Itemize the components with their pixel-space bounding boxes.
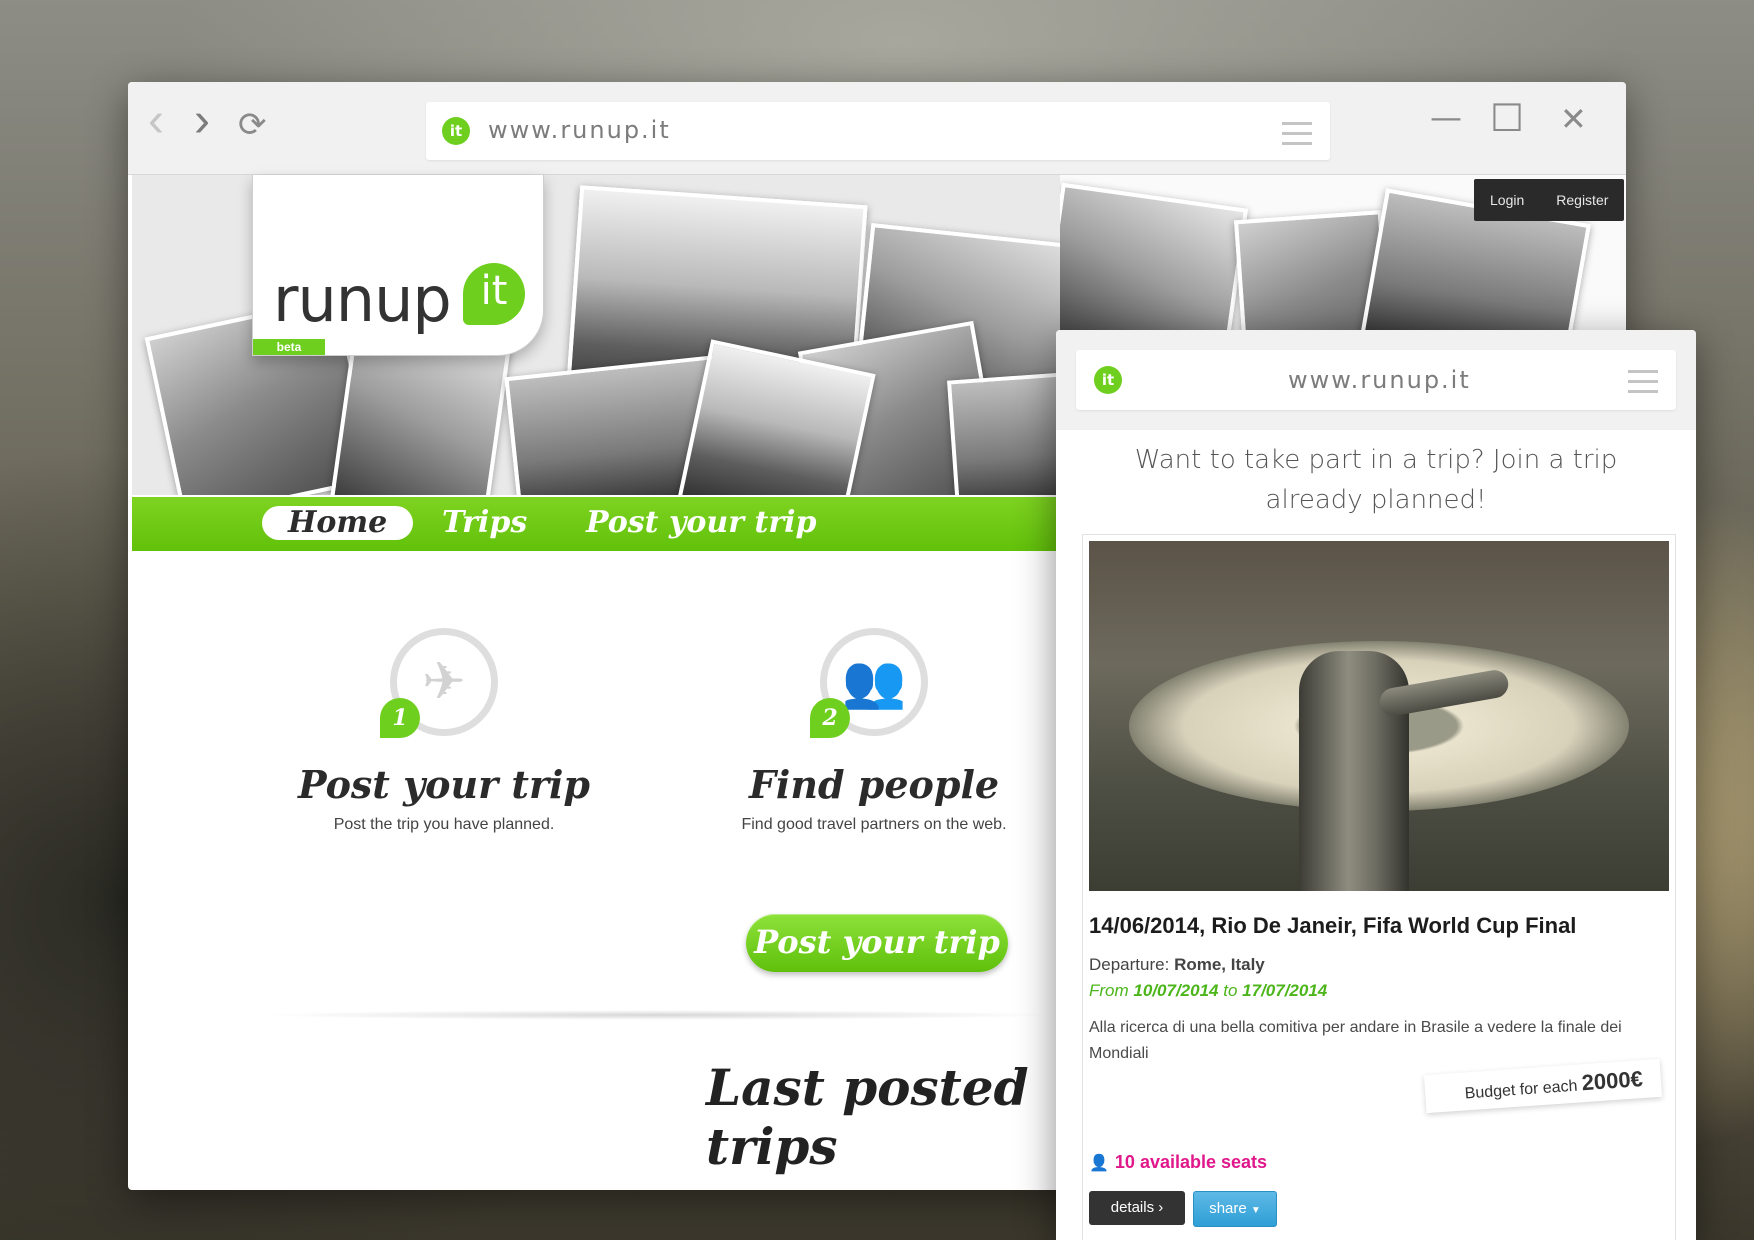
trip-title[interactable]: 14/06/2014, Rio De Janeir, Fifa World Cu… xyxy=(1089,913,1669,939)
rio-stadium-photo xyxy=(1089,541,1669,891)
mobile-hamburger-menu-icon[interactable] xyxy=(1628,370,1658,400)
forward-icon[interactable]: › xyxy=(194,97,210,145)
close-icon[interactable]: ✕ xyxy=(1560,100,1587,138)
trip-dates: From 10/07/2014 to 17/07/2014 xyxy=(1089,981,1327,1001)
step-2-number: 2 xyxy=(810,698,850,738)
logo-wordmark: runup xyxy=(273,263,452,336)
minimize-icon[interactable]: — xyxy=(1430,98,1462,136)
section-divider xyxy=(258,1010,1058,1020)
address-bar[interactable]: it www.runup.it xyxy=(426,102,1330,160)
site-favicon-icon: it xyxy=(442,117,470,145)
budget-label: Budget for each xyxy=(1464,1077,1579,1103)
mobile-address-bar[interactable]: it www.runup.it xyxy=(1076,350,1676,410)
step-1-number: 1 xyxy=(380,698,420,738)
nav-post-your-trip[interactable]: Post your trip xyxy=(586,506,817,540)
mobile-url-text[interactable]: www.runup.it xyxy=(1288,366,1471,394)
register-link[interactable]: Register xyxy=(1540,179,1624,221)
step-1-description: Post the trip you have planned. xyxy=(333,816,555,833)
auth-bar: Login Register xyxy=(1474,179,1625,221)
chevron-right-icon: › xyxy=(1158,1199,1164,1216)
nav-home[interactable]: Home xyxy=(262,506,414,540)
nav-trips[interactable]: Trips xyxy=(442,506,527,540)
logo-it-badge: it xyxy=(463,263,525,325)
departure-label: Departure: xyxy=(1089,955,1170,974)
caret-down-icon: ▼ xyxy=(1250,1205,1261,1216)
browser-toolbar: ‹ › ⟳ it www.runup.it — ☐ ✕ xyxy=(128,82,1626,175)
site-logo[interactable]: runup it beta xyxy=(252,175,544,356)
share-label: share xyxy=(1209,1200,1247,1217)
available-seats: 👤 10 available seats xyxy=(1089,1152,1267,1173)
step-1-title: Post your trip xyxy=(298,762,590,807)
from-label: From xyxy=(1089,981,1129,1000)
mobile-site-favicon-icon: it xyxy=(1094,366,1122,394)
person-icon: 👤 xyxy=(1089,1155,1109,1172)
last-posted-trips-heading: Last posted trips xyxy=(706,1058,1029,1176)
login-link[interactable]: Login xyxy=(1474,179,1540,221)
trip-departure: Departure: Rome, Italy xyxy=(1089,955,1265,975)
main-navigation: Home Trips Post your trip xyxy=(132,497,1060,551)
step-2-title: Find people xyxy=(748,762,1000,807)
from-date: 10/07/2014 xyxy=(1133,981,1219,1000)
departure-value: Rome, Italy xyxy=(1174,955,1265,974)
back-icon[interactable]: ‹ xyxy=(148,97,164,145)
budget-amount: 2000€ xyxy=(1580,1066,1644,1096)
url-text[interactable]: www.runup.it xyxy=(488,116,671,144)
mobile-browser-toolbar: it www.runup.it xyxy=(1056,330,1696,430)
trip-card: 14/06/2014, Rio De Janeir, Fifa World Cu… xyxy=(1082,534,1676,1240)
share-button[interactable]: share ▼ xyxy=(1193,1191,1277,1227)
to-label: to xyxy=(1223,981,1238,1000)
hamburger-menu-icon[interactable] xyxy=(1282,122,1312,152)
join-trip-intro: Want to take part in a trip? Join a trip… xyxy=(1134,445,1618,515)
post-your-trip-button[interactable]: Post your trip xyxy=(746,914,1008,972)
details-label: details xyxy=(1110,1199,1155,1216)
to-date: 17/07/2014 xyxy=(1242,981,1328,1000)
details-button[interactable]: details › xyxy=(1089,1191,1185,1225)
beta-badge: beta xyxy=(253,339,325,355)
lake-photo xyxy=(947,369,1060,495)
trip-description: Alla ricerca di una bella comitiva per a… xyxy=(1089,1019,1622,1062)
step-2-description: Find good travel partners on the web. xyxy=(741,816,1007,833)
reload-icon[interactable]: ⟳ xyxy=(238,108,267,142)
seats-text: 10 available seats xyxy=(1114,1152,1268,1172)
maximize-icon[interactable]: ☐ xyxy=(1490,96,1524,140)
mobile-browser-window: it www.runup.it Want to take part in a t… xyxy=(1056,330,1696,1240)
